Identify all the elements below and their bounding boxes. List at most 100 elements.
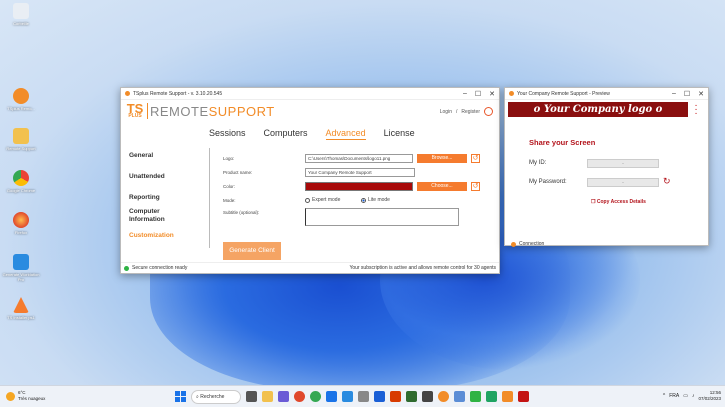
cone-icon	[13, 297, 29, 313]
product-name-field[interactable]: Your Company Remote Support	[305, 168, 415, 177]
color-reset-icon[interactable]: ↺	[471, 182, 480, 191]
chrome-icon	[13, 170, 29, 186]
product-name-label: Product name:	[223, 170, 253, 175]
sidebar-item-reporting[interactable]: Reporting	[129, 194, 209, 202]
main-titlebar: TSplus Remote Support - v. 3.10.20.545 –…	[121, 88, 499, 100]
close-icon[interactable]: ✕	[489, 90, 495, 98]
task-view-icon[interactable]	[246, 391, 257, 402]
desktop-icon-installer[interactable]: TS Installer.ps1	[2, 297, 40, 320]
refresh-icon[interactable]: ↻	[663, 176, 671, 187]
app-icon[interactable]	[406, 391, 417, 402]
main-tabs: Sessions Computers Advanced License	[209, 128, 415, 140]
teams-icon[interactable]	[278, 391, 289, 402]
minimize-icon[interactable]: –	[463, 90, 467, 98]
logo-reset-icon[interactable]: ↺	[471, 154, 480, 163]
subtitle-field[interactable]	[305, 208, 459, 226]
expert-mode-radio[interactable]: Expert mode	[305, 197, 340, 203]
desktop-icon-chrome[interactable]: Google Chrome	[2, 170, 40, 193]
office-icon[interactable]	[390, 391, 401, 402]
outlook-icon[interactable]	[374, 391, 385, 402]
chevron-up-icon[interactable]: ^	[663, 393, 665, 399]
desktop-icon-firefox[interactable]: Firefox	[2, 212, 40, 235]
weather-widget[interactable]: 6°C Très nuageux	[6, 390, 45, 402]
maximize-icon[interactable]: ☐	[684, 90, 690, 98]
recycle-bin-icon	[13, 3, 29, 19]
my-password-value[interactable]: -	[587, 178, 659, 187]
app-icon[interactable]	[358, 391, 369, 402]
desktop-icon-workstation[interactable]: Generate Worktation Pro	[2, 254, 40, 282]
sidebar-item-computer-information[interactable]: Computer Information	[129, 208, 179, 224]
firefox-icon	[13, 212, 29, 228]
lite-mode-radio[interactable]: Lite mode	[361, 197, 390, 203]
start-button[interactable]	[175, 391, 186, 402]
maximize-icon[interactable]: ☐	[475, 90, 481, 98]
sidebar: General Unattended Reporting Computer In…	[129, 152, 209, 253]
chrome-icon[interactable]	[310, 391, 321, 402]
app-icon[interactable]	[454, 391, 465, 402]
logo-path-field[interactable]: C:\Users\Thomas\Documents\logo11.png	[305, 154, 413, 163]
app-icon	[125, 91, 130, 96]
preview-titlebar: Your Company Remote Support - Preview – ☐…	[505, 88, 708, 100]
language-indicator[interactable]: FRA	[669, 393, 679, 399]
preview-window: Your Company Remote Support - Preview – ☐…	[504, 87, 709, 247]
mode-label: Mode:	[223, 198, 236, 203]
logo-label: Logo:	[223, 156, 235, 161]
color-swatch[interactable]	[305, 182, 413, 191]
app-icon[interactable]	[342, 391, 353, 402]
connection-status: Connection	[511, 241, 544, 247]
sidebar-item-customization[interactable]: Customization	[129, 232, 209, 240]
login-link[interactable]: Login	[440, 109, 452, 115]
color-choose-button[interactable]: Choose...	[417, 182, 467, 191]
company-logo-banner: o Your Company logo o	[508, 102, 688, 117]
sidebar-divider	[209, 148, 210, 248]
folder-icon	[13, 128, 29, 144]
taskbar: 6°C Très nuageux ⌕ Recherche ^ FRA ▭ ♪ 12…	[0, 385, 725, 407]
my-id-label: My ID:	[529, 160, 547, 166]
tab-advanced[interactable]: Advanced	[325, 128, 366, 140]
user-icon[interactable]	[484, 107, 493, 116]
tab-sessions[interactable]: Sessions	[209, 128, 246, 140]
terminal-icon[interactable]	[422, 391, 433, 402]
generate-client-button[interactable]: Generate Client	[223, 242, 281, 260]
minimize-icon[interactable]: –	[672, 90, 676, 98]
clock[interactable]: 12:56 07/02/2023	[698, 390, 721, 402]
sidebar-item-general[interactable]: General	[129, 152, 209, 160]
tsplus-icon	[13, 88, 29, 104]
subtitle-label: Subtitle (optional):	[223, 210, 260, 215]
taskbar-apps	[246, 391, 529, 402]
connection-dot-icon	[511, 241, 516, 247]
tsplus-icon[interactable]	[438, 391, 449, 402]
main-window: TSplus Remote Support - v. 3.10.20.545 –…	[120, 87, 500, 274]
tab-computers[interactable]: Computers	[264, 128, 308, 140]
status-bar: Secure connection ready Your subscriptio…	[121, 262, 499, 273]
app-icon[interactable]	[470, 391, 481, 402]
app-logo: TS PLUS REMOTESUPPORT	[126, 101, 275, 119]
sidebar-item-unattended[interactable]: Unattended	[129, 173, 209, 181]
system-tray: ^ FRA ▭ ♪ 12:56 07/02/2023	[663, 390, 721, 402]
workstation-icon	[13, 254, 29, 270]
volume-icon[interactable]: ♪	[692, 393, 695, 399]
close-icon[interactable]: ✕	[698, 90, 704, 98]
firefox-icon[interactable]	[294, 391, 305, 402]
register-link[interactable]: Register	[461, 109, 480, 115]
menu-kebab-icon[interactable]: · · ·	[694, 101, 698, 119]
app-icon[interactable]	[326, 391, 337, 402]
logo-browse-button[interactable]: Browse...	[417, 154, 467, 163]
desktop-icon-folder[interactable]: Remote Support	[2, 128, 40, 151]
status-left: Secure connection ready	[132, 265, 188, 271]
status-right: Your subscription is active and allows r…	[349, 265, 496, 271]
desktop-icon-tsplus[interactable]: TSplus Remo...	[2, 88, 40, 111]
tsplus-icon[interactable]	[502, 391, 513, 402]
my-id-value[interactable]: -	[587, 159, 659, 168]
app-icon[interactable]	[486, 391, 497, 402]
my-password-label: My Password:	[529, 179, 567, 185]
explorer-icon[interactable]	[262, 391, 273, 402]
copy-access-details-link[interactable]: ❐ Copy Access Details	[591, 199, 646, 205]
app-icon[interactable]	[518, 391, 529, 402]
tab-license[interactable]: License	[384, 128, 415, 140]
network-icon[interactable]: ▭	[683, 393, 688, 399]
color-label: Color:	[223, 184, 236, 189]
app-icon	[509, 91, 514, 96]
taskbar-search[interactable]: ⌕ Recherche	[191, 390, 241, 404]
desktop-icon-recycle[interactable]: Corbeille	[2, 3, 40, 26]
